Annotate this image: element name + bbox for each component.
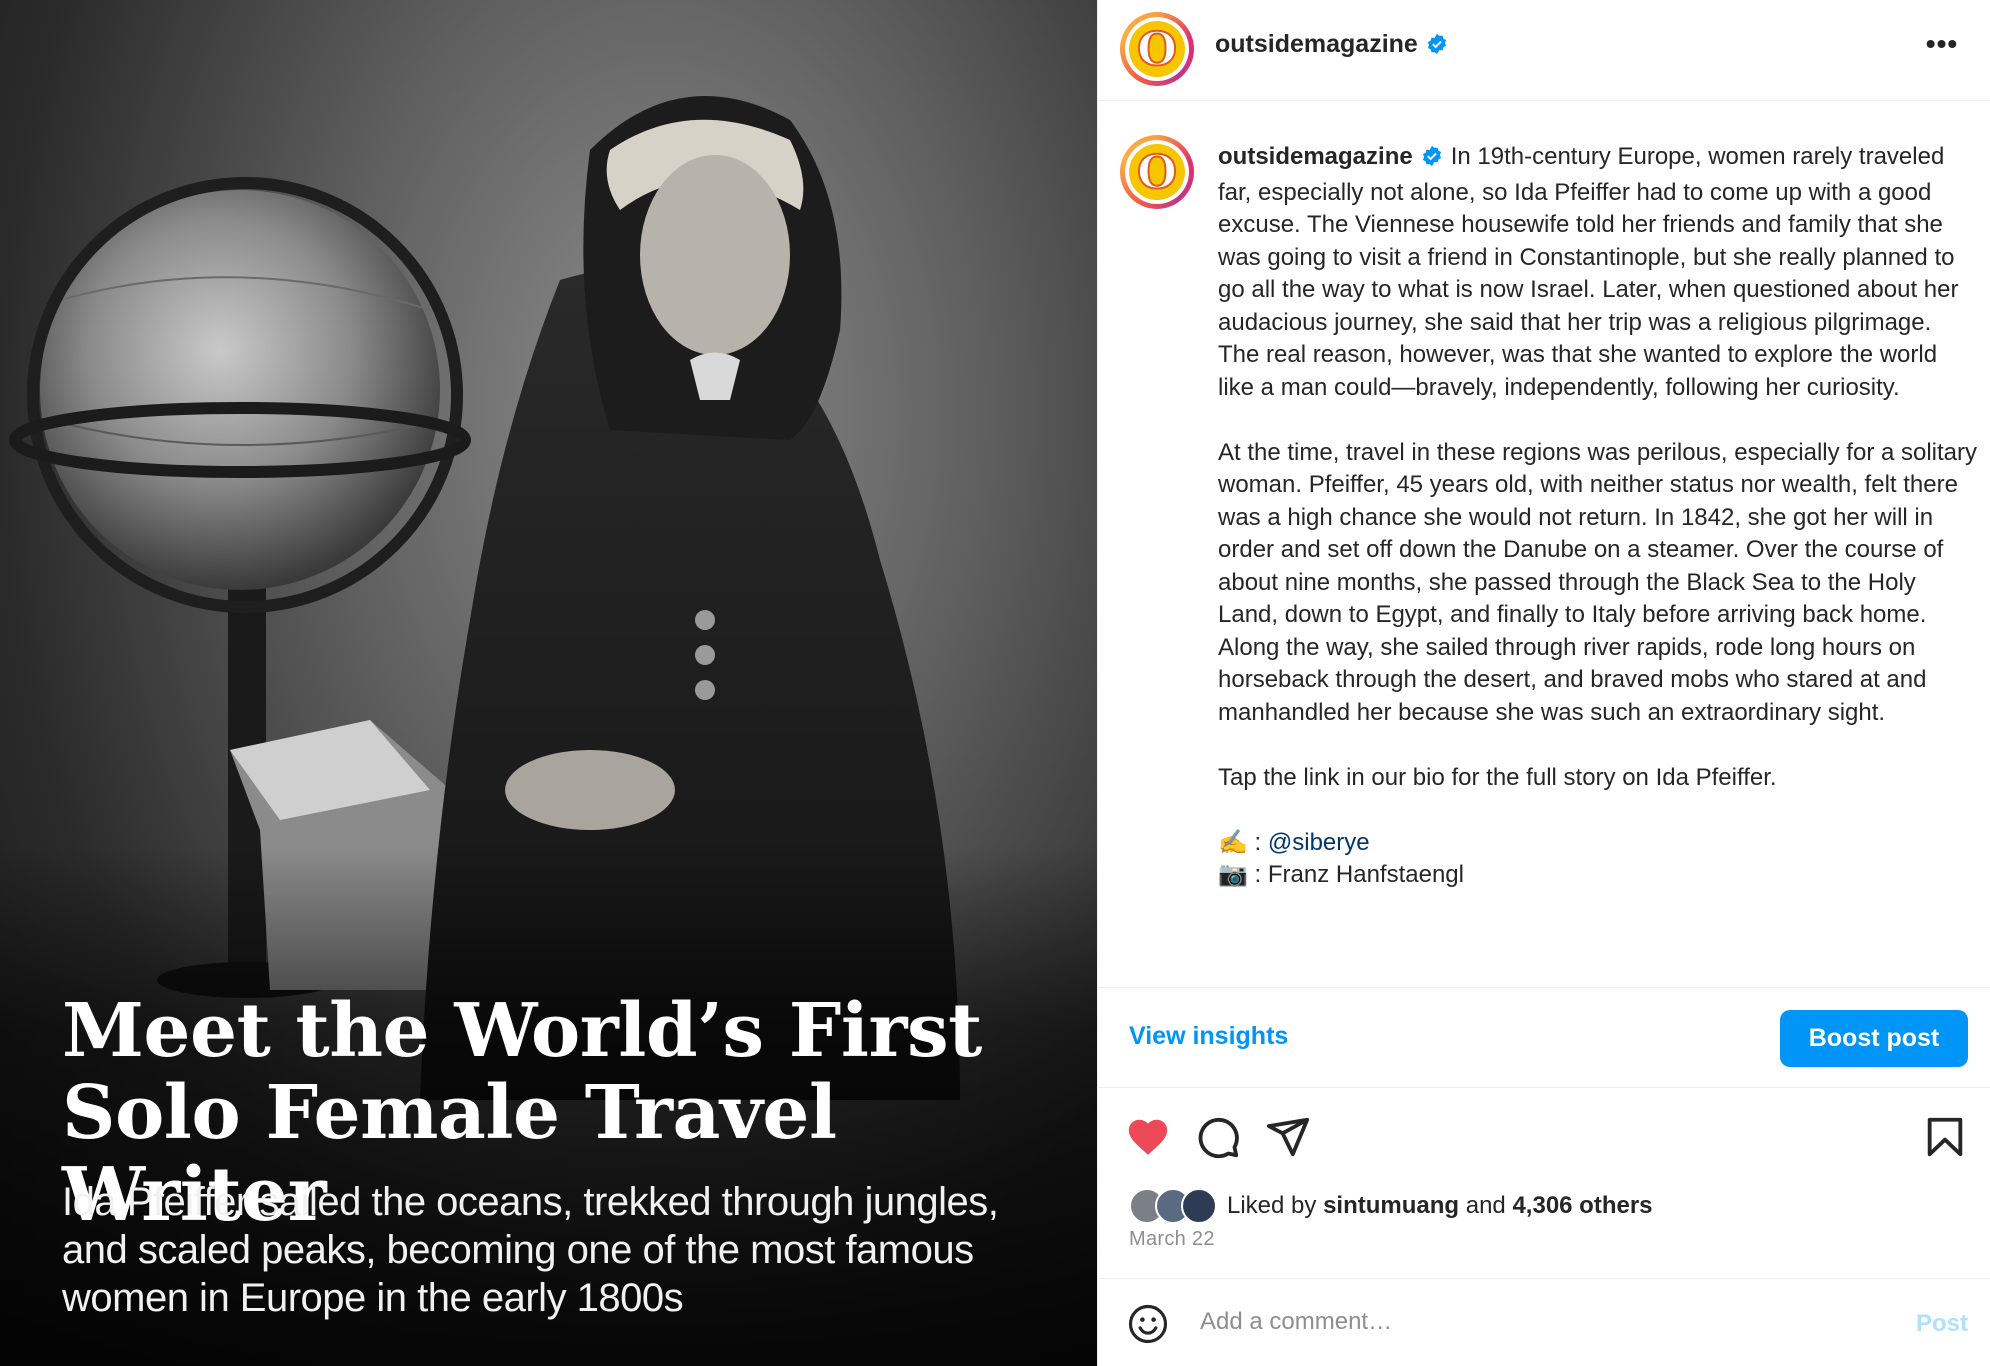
comment-icon[interactable] [1195,1114,1241,1160]
emoji-icon[interactable] [1127,1303,1169,1350]
header-username[interactable]: outsidemagazine [1215,30,1418,58]
caption-text: outsidemagazine In 19th-century Europe, … [1218,141,1978,892]
save-bookmark-icon[interactable] [1922,1114,1968,1160]
comment-input[interactable] [1200,1299,1840,1345]
caption-paragraph-2: At the time, travel in these regions was… [1218,438,1978,726]
verified-badge-icon [1426,33,1448,60]
view-insights-link[interactable]: View insights [1129,1022,1288,1051]
avatar[interactable]: O [1120,12,1194,86]
caption-paragraph-1: In 19th-century Europe, women rarely tra… [1218,143,1959,401]
more-options-icon[interactable]: ••• [1920,26,1964,62]
liked-by-prefix: Liked by [1227,1192,1324,1219]
liker-avatar[interactable] [1181,1188,1217,1224]
caption-avatar[interactable]: O [1120,135,1194,209]
likes-summary: Liked by sintumuang and 4,306 others [1129,1188,1653,1224]
insights-bar: View insights Boost post [1098,987,1990,1088]
post-sidebar: O outsidemagazine ••• O outsidemagazine … [1097,0,1990,1366]
post-image[interactable]: Meet the World’s First Solo Female Trave… [0,0,1097,1366]
credit-photo: 📷 : Franz Hanfstaengl [1218,861,1464,888]
like-heart-icon[interactable] [1125,1114,1171,1160]
mention-link[interactable]: @siberye [1268,829,1370,856]
verified-badge-icon [1421,144,1443,177]
caption-username[interactable]: outsidemagazine [1218,143,1413,170]
post-comment-button[interactable]: Post [1916,1310,1968,1338]
credit-writer-prefix: ✍️ : [1218,828,1268,856]
post-date[interactable]: March 22 [1129,1228,1215,1251]
outside-logo-icon: O [1129,21,1185,77]
liked-by-user-link[interactable]: sintumuang [1323,1192,1459,1219]
post-header: O outsidemagazine ••• [1098,0,1990,101]
boost-post-button[interactable]: Boost post [1780,1010,1968,1067]
share-send-icon[interactable] [1265,1114,1311,1160]
post-actions: Liked by sintumuang and 4,306 others Mar… [1098,1088,1990,1278]
liked-by-text: Liked by sintumuang and 4,306 others [1227,1192,1653,1220]
credit-writer: ✍️ : @siberye [1218,827,1978,860]
caption-area: O outsidemagazine In 19th-century Europe… [1098,101,1990,987]
header-username-group: outsidemagazine [1215,30,1448,60]
caption-paragraph-3: Tap the link in our bio for the full sto… [1218,763,1777,791]
comment-bar: Post [1098,1278,1990,1366]
outside-logo-icon: O [1129,144,1185,200]
liked-by-and: and [1459,1192,1513,1219]
image-subheadline: Ida Pfeiffer sailed the oceans, trekked … [62,1180,999,1320]
liked-by-others-link[interactable]: 4,306 others [1512,1192,1652,1219]
